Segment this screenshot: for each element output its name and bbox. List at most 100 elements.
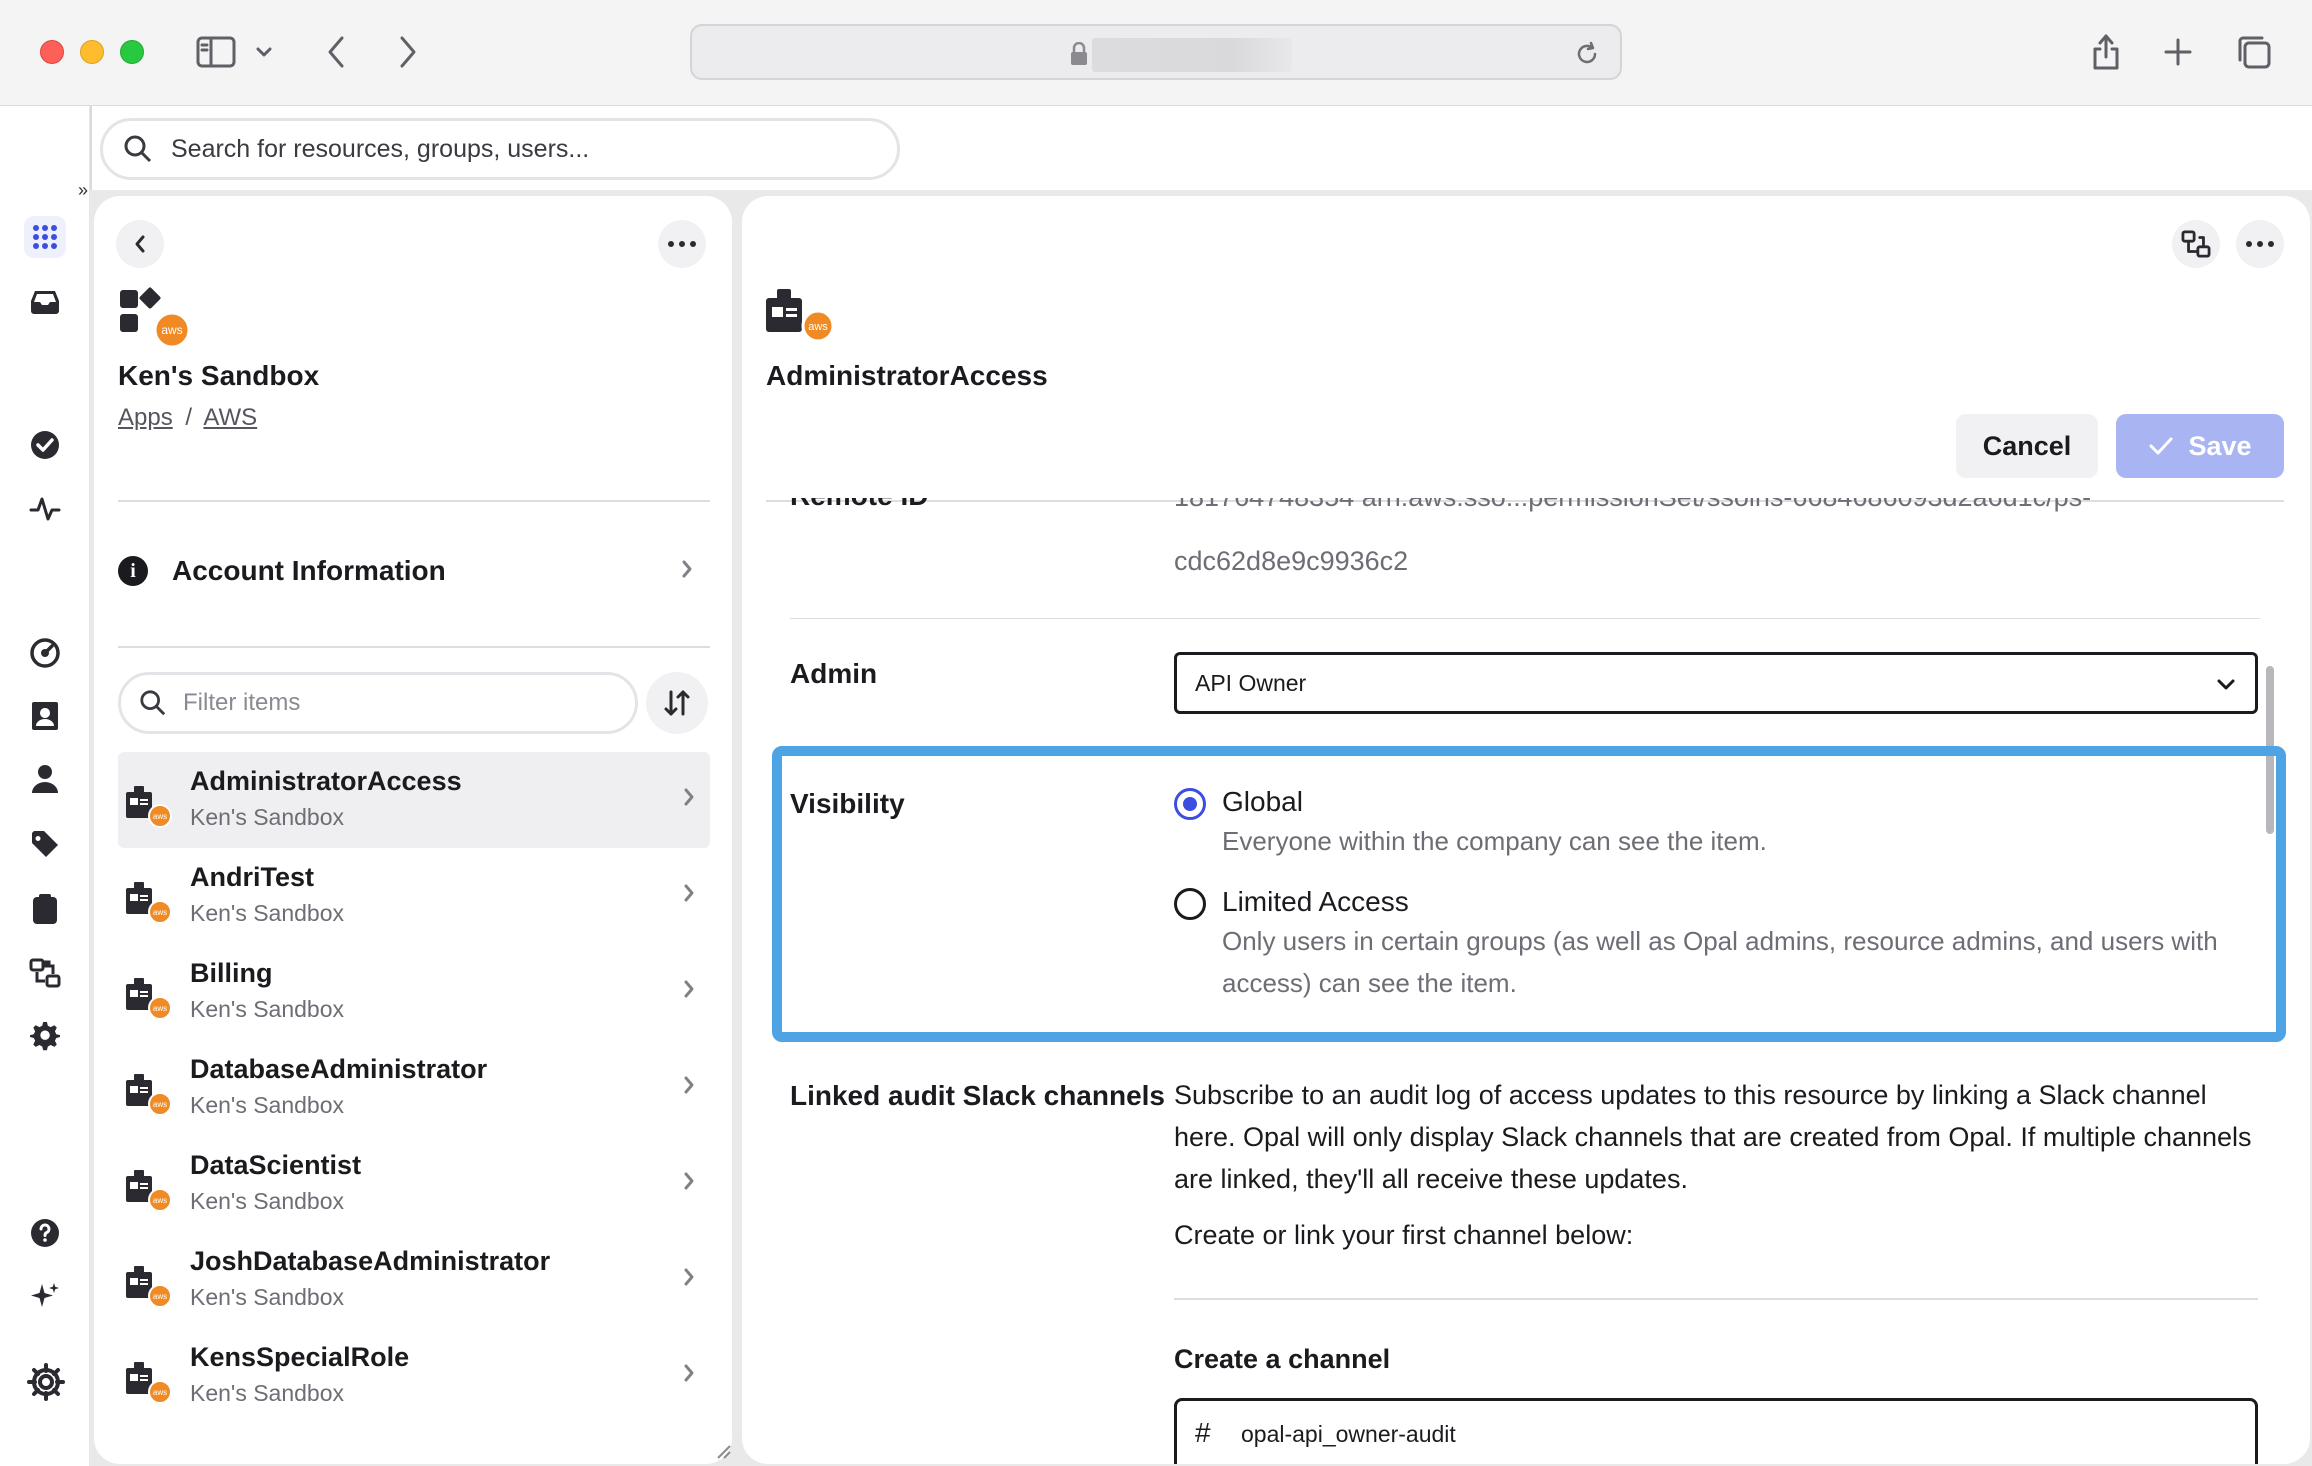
- list-item[interactable]: aws JoshDatabaseAdministrator Ken's Sand…: [118, 1232, 710, 1328]
- list-item[interactable]: aws AdministratorAccess Ken's Sandbox: [118, 752, 710, 848]
- aws-role-icon: aws: [766, 289, 835, 343]
- chevron-right-icon: [682, 1074, 696, 1101]
- role-icon: aws: [126, 882, 172, 924]
- list-item-name: AndriTest: [190, 862, 315, 892]
- list-item-app: Ken's Sandbox: [190, 900, 345, 926]
- close-window-button[interactable]: [40, 40, 64, 64]
- account-information-row[interactable]: i Account Information: [118, 544, 708, 598]
- list-item-name: DataScientist: [190, 1150, 362, 1180]
- list-item[interactable]: aws DatabaseAdministrator Ken's Sandbox: [118, 1040, 710, 1136]
- resize-handle-icon[interactable]: [714, 1442, 732, 1460]
- settings-gear-icon[interactable]: [24, 1016, 66, 1058]
- global-search[interactable]: [100, 118, 900, 180]
- filter-items[interactable]: [118, 672, 638, 734]
- users-icon[interactable]: [24, 758, 66, 800]
- svg-text:aws: aws: [153, 1388, 167, 1397]
- reload-icon[interactable]: [1574, 40, 1600, 68]
- visibility-limited-desc: Only users in certain groups (as well as…: [1222, 926, 2218, 998]
- breadcrumb-apps[interactable]: Apps: [118, 404, 173, 431]
- chevron-down-icon: [2215, 671, 2237, 698]
- resource-detail-panel: aws AdministratorAccess Cancel Save Remo…: [742, 196, 2310, 1464]
- chevron-right-icon: [682, 978, 696, 1005]
- resource-graph-button[interactable]: [2172, 220, 2220, 268]
- list-item[interactable]: aws Billing Ken's Sandbox: [118, 944, 710, 1040]
- chevron-right-icon: [682, 1362, 696, 1389]
- app-detail-panel: aws Ken's Sandbox Apps / AWS i Account I…: [94, 196, 732, 1464]
- create-channel-heading: Create a channel: [1174, 1344, 1391, 1374]
- cancel-button[interactable]: Cancel: [1956, 414, 2098, 478]
- dashboard-gauge-icon[interactable]: [24, 632, 66, 674]
- account-information-label: Account Information: [172, 555, 446, 586]
- admin-select[interactable]: API Owner: [1174, 652, 2258, 714]
- list-item[interactable]: aws KensSpecialRole Ken's Sandbox: [118, 1328, 710, 1424]
- sparkle-icon[interactable]: [24, 1276, 66, 1318]
- admin-selected-value: API Owner: [1195, 669, 1307, 696]
- back-button[interactable]: [312, 28, 360, 76]
- slack-channels-label: Linked audit Slack channels: [790, 1080, 1166, 1111]
- browser-toolbar: [0, 0, 2312, 106]
- approvals-check-icon[interactable]: [24, 424, 66, 466]
- list-item-app: Ken's Sandbox: [190, 1380, 345, 1406]
- activity-icon[interactable]: [24, 488, 66, 530]
- share-icon[interactable]: [2082, 28, 2130, 76]
- divider: [1174, 1298, 2258, 1300]
- visibility-label: Visibility: [790, 788, 905, 819]
- slack-channels-desc: Subscribe to an audit log of access upda…: [1174, 1080, 2252, 1194]
- list-item[interactable]: aws AndriTest Ken's Sandbox: [118, 848, 710, 944]
- visibility-global-desc: Everyone within the company can see the …: [1222, 826, 1767, 856]
- org-settings-icon[interactable]: [24, 1360, 68, 1404]
- list-item-app: Ken's Sandbox: [190, 1188, 345, 1214]
- visibility-global-radio[interactable]: [1174, 788, 1206, 820]
- clipboard-icon[interactable]: [24, 888, 66, 930]
- svg-text:aws: aws: [153, 1004, 167, 1013]
- chevron-down-icon[interactable]: [246, 28, 282, 76]
- sidebar-toggle-icon[interactable]: [192, 28, 240, 76]
- visibility-limited-radio[interactable]: [1174, 888, 1206, 920]
- more-icon: [2246, 241, 2274, 247]
- chevron-left-icon: [135, 235, 145, 253]
- minimize-window-button[interactable]: [80, 40, 104, 64]
- divider: [118, 646, 710, 648]
- resources-icon[interactable]: [24, 952, 66, 994]
- resources-icon: [2181, 230, 2211, 258]
- list-item[interactable]: aws DataScientist Ken's Sandbox: [118, 1136, 710, 1232]
- new-tab-icon[interactable]: [2154, 28, 2202, 76]
- remote-id-value-cont: cdc62d8e9c9936c2: [1174, 546, 1409, 576]
- remote-id-value: 181764748354 arn:aws:sso:::permissionSet…: [1174, 498, 2274, 526]
- channel-name-input[interactable]: # opal-api_owner-audit: [1174, 1398, 2258, 1464]
- list-item-app: Ken's Sandbox: [190, 996, 345, 1022]
- chevron-right-icon: [682, 1170, 696, 1197]
- tab-overview-icon[interactable]: [2230, 28, 2278, 76]
- back-button[interactable]: [116, 220, 164, 268]
- breadcrumb-aws[interactable]: AWS: [203, 404, 257, 431]
- role-icon: aws: [126, 786, 172, 828]
- filter-input[interactable]: [183, 689, 583, 717]
- search-input[interactable]: [171, 134, 851, 164]
- chevron-right-icon: [682, 1266, 696, 1293]
- svg-text:aws: aws: [153, 1196, 167, 1205]
- help-icon[interactable]: [24, 1212, 66, 1254]
- list-item-name: JoshDatabaseAdministrator: [190, 1246, 551, 1276]
- role-icon: aws: [126, 1074, 172, 1116]
- save-button[interactable]: Save: [2116, 414, 2284, 478]
- aws-app-icon: aws: [120, 287, 191, 349]
- hash-icon: #: [1195, 1417, 1211, 1448]
- more-options-button[interactable]: [658, 220, 706, 268]
- address-bar[interactable]: [690, 24, 1622, 80]
- expand-rail-icon[interactable]: »: [78, 180, 88, 201]
- forward-button[interactable]: [384, 28, 432, 76]
- user-card-icon[interactable]: [24, 695, 66, 737]
- role-icon: aws: [126, 978, 172, 1020]
- more-options-button[interactable]: [2236, 220, 2284, 268]
- sort-button[interactable]: [646, 672, 708, 734]
- svg-text:aws: aws: [153, 1100, 167, 1109]
- tag-icon[interactable]: [24, 823, 66, 865]
- search-icon: [140, 690, 166, 716]
- svg-text:aws: aws: [161, 323, 182, 337]
- list-item-name: AdministratorAccess: [190, 766, 462, 796]
- visibility-limited-title: Limited Access: [1222, 886, 1409, 917]
- resource-list: aws AdministratorAccess Ken's Sandbox aw…: [118, 752, 710, 1424]
- inbox-icon[interactable]: [24, 281, 66, 323]
- zoom-window-button[interactable]: [120, 40, 144, 64]
- apps-grid-icon[interactable]: [24, 216, 66, 258]
